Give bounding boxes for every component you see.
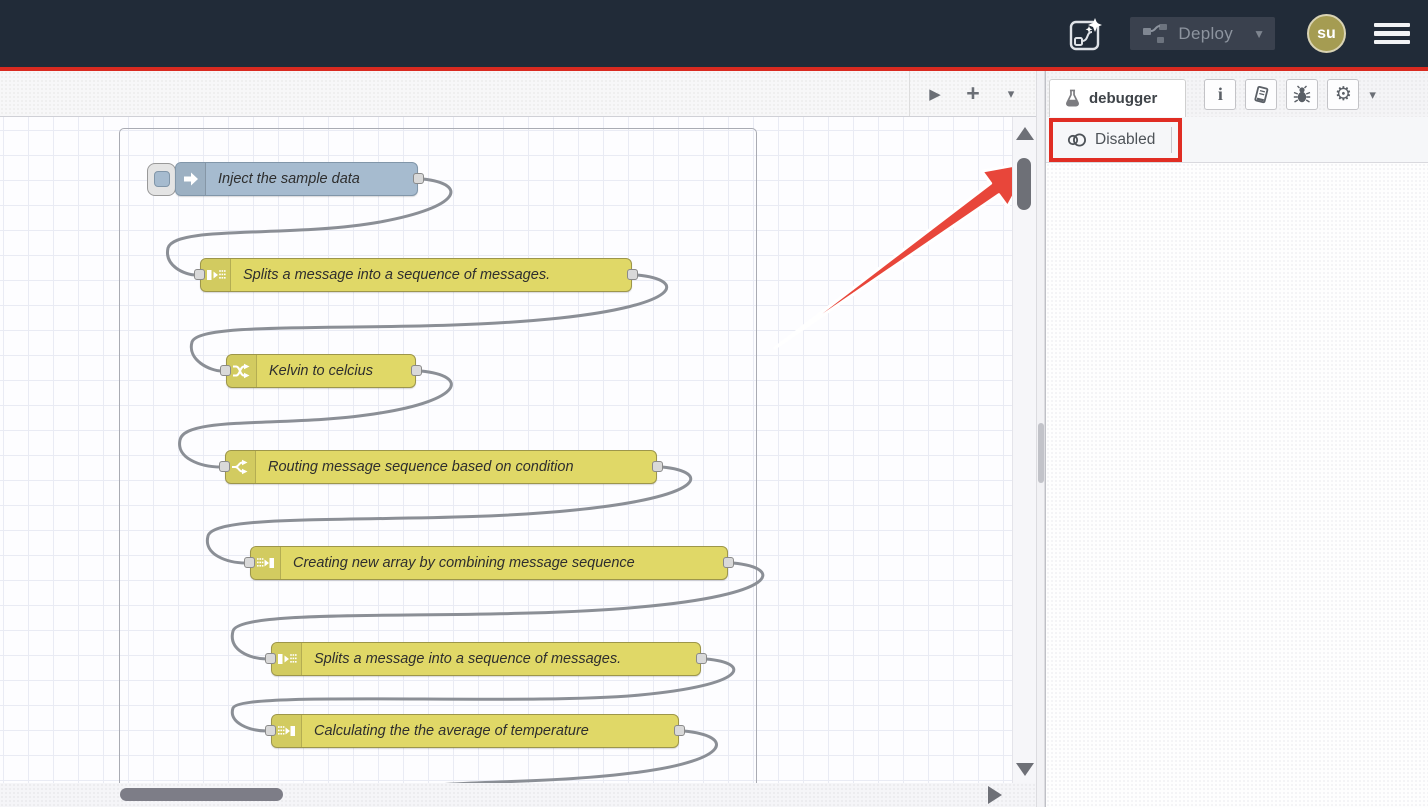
input-port-split2[interactable] (265, 653, 276, 664)
hamburger-bar (1374, 23, 1410, 28)
scroll-up-icon[interactable] (1016, 127, 1034, 140)
join-icon (251, 547, 281, 579)
bug-icon (1292, 85, 1312, 105)
scroll-down-icon[interactable] (1016, 763, 1034, 776)
app-header: Deploy ▼ su (0, 0, 1428, 67)
output-port-switch1[interactable] (652, 461, 663, 472)
flow-canvas[interactable]: Inject the sample data Splits a message i… (0, 117, 1036, 783)
input-port-change1[interactable] (220, 365, 231, 376)
flow-node-change1[interactable]: Kelvin to celcius (226, 354, 416, 388)
split-icon (272, 643, 302, 675)
debug-toolbar: Disabled (1046, 117, 1428, 163)
settings-button[interactable]: ⚙ (1327, 79, 1359, 110)
node-label: Splits a message into a sequence of mess… (231, 259, 631, 291)
debug-messages-button[interactable] (1286, 79, 1318, 110)
annotation-red-box: Disabled (1049, 118, 1182, 162)
user-avatar[interactable]: su (1307, 14, 1346, 53)
flow-tab-bar: ▶ + ▾ (0, 71, 1036, 117)
node-label: Inject the sample data (206, 163, 417, 195)
output-port-split1[interactable] (627, 269, 638, 280)
flow-node-split1[interactable]: Splits a message into a sequence of mess… (200, 258, 632, 292)
scroll-right-icon[interactable] (988, 786, 1002, 804)
flow-node-join1[interactable]: Creating new array by combining message … (250, 546, 728, 580)
sidebar-header-icons: i (1204, 79, 1359, 110)
sidebar-tab-debugger[interactable]: debugger (1049, 79, 1186, 117)
ai-assistant-icon[interactable] (1066, 14, 1106, 54)
flask-icon (1064, 89, 1081, 108)
vertical-scrollbar-thumb[interactable] (1017, 158, 1031, 210)
output-port-inject[interactable] (413, 173, 424, 184)
scroll-tabs-right-button[interactable]: ▶ (918, 71, 952, 116)
input-port-join1[interactable] (244, 557, 255, 568)
disabled-filter-button[interactable]: Disabled (1061, 127, 1161, 153)
node-label: Kelvin to celcius (257, 355, 415, 387)
output-port-split2[interactable] (696, 653, 707, 664)
sidebar-header: debugger i (1046, 71, 1428, 117)
deploy-chevron-icon[interactable]: ▼ (1253, 27, 1265, 41)
input-port-split1[interactable] (194, 269, 205, 280)
node-label: Creating new array by combining message … (281, 547, 727, 579)
node-label: Calculating the the average of temperatu… (302, 715, 678, 747)
list-flows-button[interactable]: ▾ (994, 71, 1028, 116)
disabled-label: Disabled (1095, 131, 1155, 149)
output-port-change1[interactable] (411, 365, 422, 376)
tab-controls: ▶ + ▾ (909, 71, 1036, 116)
main-menu-button[interactable] (1374, 23, 1410, 45)
sidebar-options-chevron[interactable]: ▾ (1369, 87, 1376, 103)
gear-icon: ⚙ (1335, 85, 1352, 104)
sidebar-tab-label: debugger (1089, 90, 1157, 107)
flow-node-join2[interactable]: Calculating the the average of temperatu… (271, 714, 679, 748)
split-icon (201, 259, 231, 291)
book-icon (1251, 85, 1271, 105)
add-flow-button[interactable]: + (956, 71, 990, 116)
canvas-column: ▶ + ▾ Inject the sample data Splits a mes… (0, 71, 1036, 807)
annotation-red-arrow (775, 162, 1032, 348)
browser-scrollbar (1036, 71, 1045, 807)
switch-icon (226, 451, 256, 483)
output-port-join2[interactable] (674, 725, 685, 736)
canvas-horizontal-scroll-gutter (0, 783, 1036, 807)
debug-panel-content[interactable] (1046, 163, 1428, 807)
inject-trigger-button[interactable] (147, 163, 176, 196)
workspace: ▶ + ▾ Inject the sample data Splits a mes… (0, 71, 1428, 807)
right-sidebar: debugger i (1045, 71, 1428, 807)
toggle-off-icon (1067, 133, 1087, 147)
flow-node-inject[interactable]: Inject the sample data (175, 162, 418, 196)
output-port-join1[interactable] (723, 557, 734, 568)
flow-node-switch1[interactable]: Routing message sequence based on condit… (225, 450, 657, 484)
flow-node-split2[interactable]: Splits a message into a sequence of mess… (271, 642, 701, 676)
horizontal-scrollbar-thumb[interactable] (120, 788, 283, 801)
info-button[interactable]: i (1204, 79, 1236, 110)
ai-flow-sparkle-icon (1066, 14, 1106, 54)
inject-trigger-inner (154, 171, 170, 187)
node-label: Routing message sequence based on condit… (256, 451, 656, 483)
toolbar-separator (1171, 127, 1172, 153)
browser-scrollbar-thumb[interactable] (1038, 423, 1044, 483)
join-icon (272, 715, 302, 747)
hamburger-bar (1374, 31, 1410, 36)
hamburger-bar (1374, 40, 1410, 45)
change-icon (227, 355, 257, 387)
node-red-app: Deploy ▼ su ▶ + ▾ Inject the sample d (0, 0, 1428, 807)
input-port-switch1[interactable] (219, 461, 230, 472)
deploy-label: Deploy (1178, 24, 1233, 44)
input-port-join2[interactable] (265, 725, 276, 736)
deploy-icon (1142, 23, 1168, 45)
help-book-button[interactable] (1245, 79, 1277, 110)
node-label: Splits a message into a sequence of mess… (302, 643, 700, 675)
canvas-vertical-scroll-gutter (1012, 117, 1036, 783)
annotation-red-line (0, 67, 1428, 71)
inject-arrow-icon (176, 163, 206, 195)
deploy-button[interactable]: Deploy ▼ (1130, 17, 1275, 50)
info-icon: i (1218, 84, 1223, 105)
